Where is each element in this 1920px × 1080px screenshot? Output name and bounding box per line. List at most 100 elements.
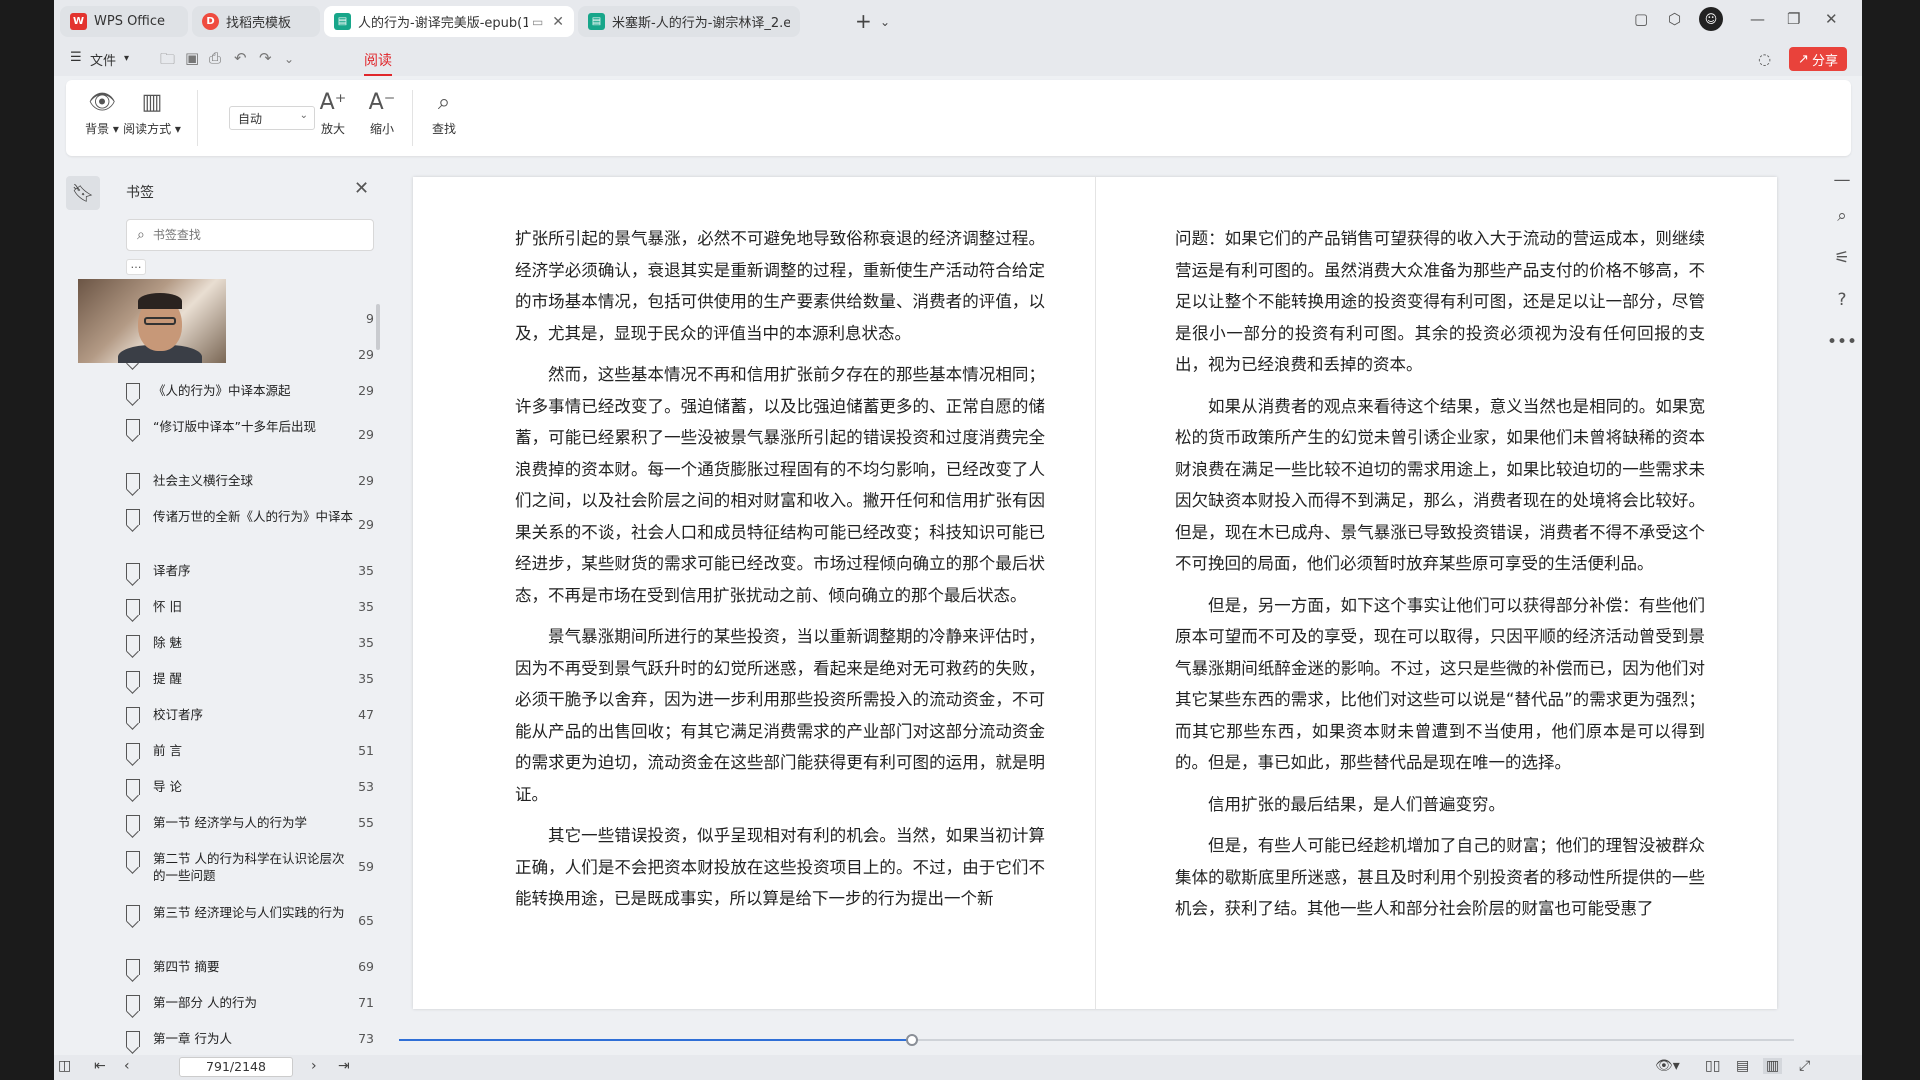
chat-icon[interactable]: ◌ <box>1758 50 1771 68</box>
tab-wps-office[interactable]: W WPS Office <box>60 6 188 37</box>
page-divider <box>1095 177 1096 1009</box>
tab-docer-templates[interactable]: D 找稻壳模板 <box>192 6 320 37</box>
bookmark-icon <box>126 959 140 975</box>
more-icon[interactable]: ••• <box>1824 332 1860 352</box>
list-item[interactable]: 前 言 51 <box>114 742 384 759</box>
new-tab-icon[interactable]: + <box>855 9 872 33</box>
reading-progress-slider[interactable] <box>399 1034 1794 1046</box>
list-item[interactable]: 怀 旧 35 <box>114 598 384 615</box>
list-item[interactable]: 除 魅 35 <box>114 634 384 651</box>
tab-list-chevron-icon[interactable]: ⌄ <box>880 15 890 29</box>
list-item[interactable]: 校订者序 47 <box>114 706 384 723</box>
list-item[interactable]: 提 醒 35 <box>114 670 384 687</box>
bookmark-icon <box>126 509 140 525</box>
list-item[interactable]: “修订版中译本”十多年后出现 29 <box>114 418 384 442</box>
bookmark-icon <box>126 563 140 579</box>
app-window: W WPS Office D 找稻壳模板 ▤ 人的行为-谢译完美版-epub(1… <box>54 0 1862 1080</box>
sidebar-toggle-icon[interactable]: ◫ <box>58 1058 71 1074</box>
zoom-in-button[interactable]: A⁺ 放大 <box>313 88 353 137</box>
list-item[interactable]: 导 论 53 <box>114 778 384 795</box>
prev-page-icon[interactable]: ‹ <box>124 1058 130 1074</box>
print-icon[interactable]: ⎙ <box>209 49 221 67</box>
progress-fill <box>399 1039 913 1041</box>
cube-icon[interactable]: ⬡ <box>1668 10 1681 28</box>
avatar[interactable]: ☺ <box>1699 7 1723 31</box>
read-mode-button[interactable]: ▥ 阅读方式 ▾ <box>120 88 184 137</box>
close-window-icon[interactable]: ✕ <box>1825 10 1838 28</box>
undo-icon[interactable]: ↶ <box>234 49 247 67</box>
eye-mode-icon[interactable]: 👁▾ <box>1655 1058 1680 1074</box>
list-item[interactable]: 译者序 35 <box>114 562 384 579</box>
bookmark-icon <box>126 635 140 651</box>
ribbon-divider <box>197 90 198 146</box>
tab-reading[interactable]: 阅读 <box>364 50 392 76</box>
window-layout-icon[interactable]: ▢ <box>1634 10 1648 28</box>
first-page-icon[interactable]: ⇤ <box>94 1058 106 1074</box>
list-item[interactable]: 第一章 行为人 73 <box>114 1030 384 1047</box>
help-icon[interactable]: ? <box>1824 290 1860 310</box>
collapse-icon[interactable]: — <box>1824 170 1860 190</box>
bookmark-icon <box>126 671 140 687</box>
progress-handle[interactable] <box>906 1034 919 1046</box>
find-button[interactable]: ⌕ 查找 <box>424 88 464 137</box>
monitor-icon[interactable]: ▭ <box>532 15 543 29</box>
restore-icon[interactable]: ❐ <box>1787 10 1800 28</box>
list-item[interactable]: 《人的行为》中译本源起 29 <box>114 382 384 399</box>
minimize-icon[interactable]: — <box>1750 10 1765 28</box>
list-item[interactable]: 第四节 摘要 69 <box>114 958 384 975</box>
tab-bar: W WPS Office D 找稻壳模板 ▤ 人的行为-谢译完美版-epub(1… <box>54 0 1862 42</box>
share-button[interactable]: ↗ 分享 <box>1789 47 1847 71</box>
panel-scrollbar[interactable] <box>376 304 380 350</box>
file-menu[interactable]: 文件 <box>90 50 116 69</box>
list-item[interactable]: 社会主义横行全球 29 <box>114 472 384 489</box>
bookmark-icon <box>126 779 140 795</box>
zoom-select[interactable]: 自动 ⌄ <box>229 106 315 130</box>
single-column-icon[interactable]: ▯▯ <box>1705 1058 1720 1074</box>
book-columns-icon: ▥ <box>141 90 163 115</box>
bookmark-search[interactable]: ⌕ <box>126 219 374 251</box>
search-icon: ⌕ <box>137 227 145 243</box>
search-icon[interactable]: ⌕ <box>1824 206 1860 226</box>
paragraph: 然而，这些基本情况不再和信用扩张前夕存在的那些基本情况相同；许多事情已经改变了。… <box>515 365 1045 605</box>
bookmark-icon <box>126 1031 140 1047</box>
webcam-overlay <box>78 279 226 363</box>
bookmark-icon <box>126 905 140 921</box>
last-page-icon[interactable]: ⇥ <box>338 1058 350 1074</box>
quick-access-chevron-icon[interactable]: ⌄ <box>284 52 294 66</box>
close-tab-icon[interactable]: ✕ <box>546 14 564 30</box>
bookmark-icon <box>126 707 140 723</box>
reading-ribbon: 👁 背景 ▾ ▥ 阅读方式 ▾ 自动 ⌄ A⁺ 放大 A⁻ 缩小 ⌕ 查找 <box>66 80 1851 156</box>
fullscreen-icon[interactable]: ⤢ <box>1799 1058 1810 1074</box>
double-page-icon[interactable]: ▥ <box>1763 1058 1783 1074</box>
open-folder-icon[interactable]: 🗀 <box>160 49 175 74</box>
redo-icon[interactable]: ↷ <box>259 49 272 67</box>
bookmark-icon <box>126 419 140 435</box>
page-number-input[interactable]: 791/2148 <box>179 1057 293 1077</box>
settings-sliders-icon[interactable]: ⚟ <box>1824 248 1860 268</box>
bookmark-search-input[interactable] <box>152 228 353 242</box>
bookmark-panel-toggle-icon[interactable]: 🔖︎ <box>66 176 100 210</box>
tab-epub-current[interactable]: ▤ 人的行为-谢译完美版-epub(1 ▭ ✕ <box>324 6 574 37</box>
list-item[interactable]: 第一部分 人的行为 71 <box>114 994 384 1011</box>
paragraph: 但是，另一方面，如下这个事实让他们可以获得部分补偿：有些他们原本可望而不可及的享… <box>1175 595 1705 773</box>
next-page-icon[interactable]: › <box>311 1058 317 1074</box>
list-item[interactable]: 第一节 经济学与人的行为学 55 <box>114 814 384 831</box>
more-options-icon[interactable]: … <box>126 259 146 275</box>
tab-epub-2[interactable]: ▤ 米塞斯-人的行为-谢宗林译_2.epub <box>578 6 800 37</box>
close-panel-icon[interactable]: ✕ <box>354 178 369 199</box>
paragraph: 景气暴涨期间所进行的某些投资，当以重新调整期的冷静来评估时，因为不再受到景气跃升… <box>515 627 1045 804</box>
list-item[interactable]: 第二节 人的行为科学在认识论层次的一些问题 59 <box>114 850 384 884</box>
hamburger-icon[interactable]: ☰ <box>70 50 82 65</box>
right-page: 问题：如果它们的产品销售可望获得的收入大于流动的营运成本，则继续营运是有利可图的… <box>1175 223 1705 935</box>
list-item[interactable]: 传诸万世的全新《人的行为》中译本 29 <box>114 508 384 532</box>
file-menu-chevron-icon[interactable]: ▾ <box>124 53 129 64</box>
wps-logo-icon: W <box>70 13 87 30</box>
epub-icon: ▤ <box>334 13 351 30</box>
share-icon: ↗ <box>1798 51 1809 67</box>
zoom-out-button[interactable]: A⁻ 缩小 <box>362 88 402 137</box>
list-item[interactable]: 第三节 经济理论与人们实践的行为 65 <box>114 904 384 928</box>
page-view-icon[interactable]: ▤ <box>1736 1058 1749 1074</box>
paragraph: 如果从消费者的观点来看待这个结果，意义当然也是相同的。如果宽松的货币政策所产生的… <box>1175 396 1705 574</box>
save-icon[interactable]: ▣ <box>185 49 199 67</box>
search-icon: ⌕ <box>437 90 451 115</box>
